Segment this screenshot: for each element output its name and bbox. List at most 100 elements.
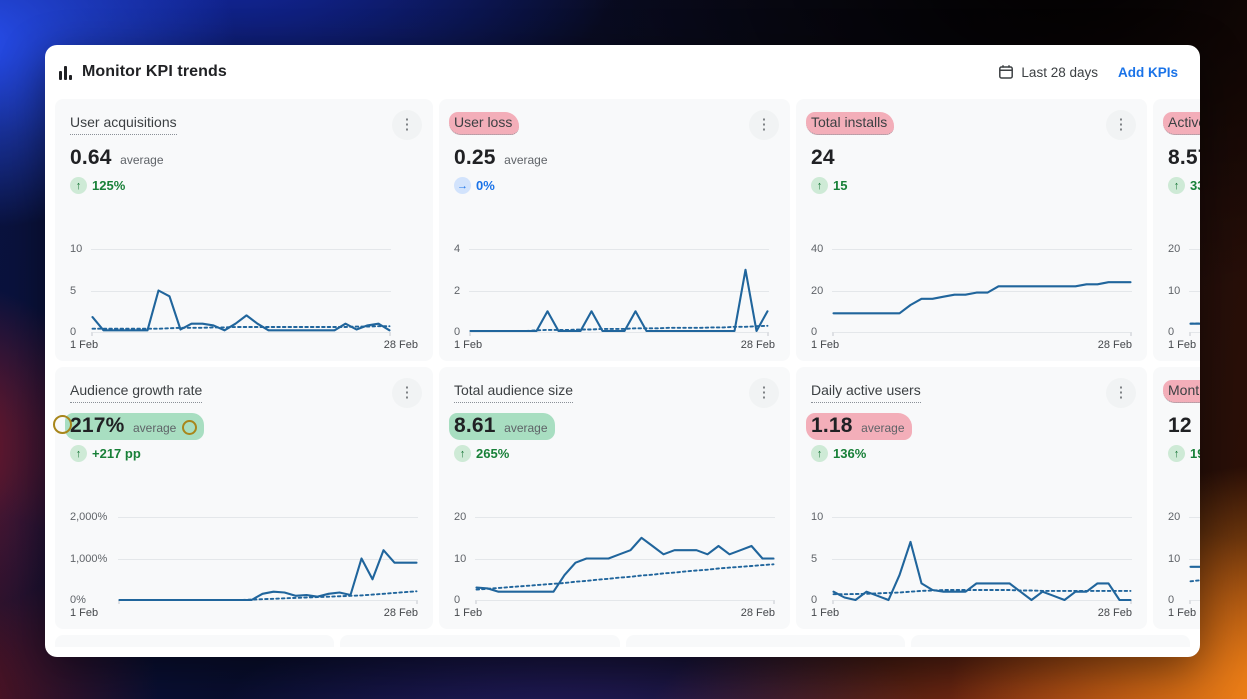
delta-arrow-icon: → [454, 177, 471, 194]
kebab-menu-icon[interactable]: ⋮ [749, 378, 779, 408]
x-label-start: 1 Feb [70, 339, 98, 351]
kpi-chart: 20 10 0 1 Feb 28 Feb [1168, 512, 1200, 619]
trend-line-chart [118, 512, 418, 604]
delta-arrow-icon: ↑ [811, 177, 828, 194]
kpi-delta-badge: ↑ 194% [1168, 445, 1200, 462]
kpi-delta-badge: ↑ 336% [1168, 177, 1200, 194]
kpi-chart: 40200 1 Feb 28 Feb [811, 244, 1132, 351]
y-tick-label: 0 [811, 593, 817, 607]
y-tick-label: 10 [811, 510, 823, 524]
x-label-end: 28 Feb [384, 339, 418, 351]
x-label-start: 1 Feb [454, 607, 482, 619]
add-kpis-button[interactable]: Add KPIs [1118, 65, 1178, 80]
kpi-title[interactable]: Total installs [806, 112, 894, 135]
kpi-delta-text: 265% [476, 446, 509, 461]
cutoff-card [55, 635, 334, 647]
kpi-chart: 420 1 Feb 28 Feb [454, 244, 775, 351]
y-tick-label: 20 [811, 284, 823, 298]
trend-line-chart [1189, 512, 1200, 604]
y-tick-label: 10 [1168, 284, 1180, 298]
delta-arrow-icon: ↑ [454, 445, 471, 462]
kpi-title[interactable]: User loss [449, 112, 519, 135]
kpi-title[interactable]: Total audience size [454, 381, 573, 403]
y-tick-label: 0 [454, 325, 460, 339]
kpi-value-suffix: average [133, 421, 176, 435]
kpi-card: Total audience size ⋮ 8.61 average ↑ 265… [439, 367, 790, 629]
kpi-value-wrap: 0.25 average [454, 146, 548, 170]
x-label-start: 1 Feb [454, 339, 482, 351]
trend-line-chart [1189, 244, 1200, 336]
kpi-value: 0.64 [70, 146, 112, 169]
kpi-value-wrap: 8.61 average [449, 413, 555, 440]
x-label-start: 1 Feb [70, 607, 98, 619]
x-label-start: 1 Feb [1168, 607, 1196, 619]
kpi-card: User loss ⋮ 0.25 average → 0% 420 1 Feb [439, 99, 790, 361]
y-tick-label: 0 [811, 325, 817, 339]
kpi-chart: 1050 1 Feb 28 Feb [70, 244, 418, 351]
y-axis-ticks: 420 [454, 244, 469, 336]
y-tick-label: 10 [454, 552, 466, 566]
kpi-value-wrap: 12 average [1168, 414, 1200, 438]
x-axis-labels: 1 Feb 28 Feb [454, 607, 775, 619]
y-tick-label: 5 [811, 552, 817, 566]
kpi-delta-text: 136% [833, 446, 866, 461]
delta-arrow-icon: ↑ [1168, 445, 1185, 462]
kebab-menu-icon[interactable]: ⋮ [1106, 110, 1136, 140]
y-axis-ticks: 40200 [811, 244, 832, 336]
y-axis-ticks: 20 10 0 [454, 512, 475, 604]
cutoff-card [911, 635, 1190, 647]
page-title: Monitor KPI trends [82, 63, 227, 81]
y-tick-label: 20 [1168, 242, 1180, 256]
kpi-title[interactable]: Audience growth rate [70, 381, 202, 403]
y-axis-ticks: 20 10 0 [1168, 244, 1189, 336]
cutoff-card [626, 635, 905, 647]
kebab-menu-icon[interactable]: ⋮ [749, 110, 779, 140]
y-tick-label: 0 [454, 593, 460, 607]
kpi-delta-text: 194% [1190, 446, 1200, 461]
kpi-card: Monthly active users ⋮ 12 average ↑ 194%… [1153, 367, 1200, 629]
trend-line-chart [475, 512, 775, 604]
x-axis-labels: 1 Feb 28 Feb [70, 607, 418, 619]
date-range-selector[interactable]: Last 28 days [998, 64, 1098, 80]
y-tick-label: 2,000% [70, 510, 107, 524]
kebab-menu-icon[interactable]: ⋮ [392, 110, 422, 140]
x-label-end: 28 Feb [1098, 607, 1132, 619]
kpi-value: 8.61 [454, 414, 496, 437]
x-axis-labels: 1 Feb 28 Feb [1168, 607, 1200, 619]
kpi-card: Audience growth rate ⋮ 217% average ↑ +2… [55, 367, 433, 629]
kpi-value-suffix: average [861, 421, 904, 435]
x-label-start: 1 Feb [811, 607, 839, 619]
delta-arrow-icon: ↑ [70, 177, 87, 194]
kpi-card: User acquisitions ⋮ 0.64 average ↑ 125% … [55, 99, 433, 361]
kpi-delta-badge: ↑ 265% [454, 445, 509, 462]
y-axis-ticks: 10 5 0 [811, 512, 832, 604]
kpi-delta-text: 15 [833, 178, 847, 193]
kpi-card: Daily active users ⋮ 1.18 average ↑ 136%… [796, 367, 1147, 629]
kpi-title[interactable]: Active devices [1163, 112, 1200, 135]
x-axis-labels: 1 Feb 28 Feb [811, 607, 1132, 619]
panel-header: Monitor KPI trends Last 28 days Add KPIs [53, 45, 1192, 99]
y-tick-label: 0 [1168, 593, 1174, 607]
x-label-end: 28 Feb [741, 607, 775, 619]
y-tick-label: 20 [1168, 510, 1180, 524]
kpi-value: 24 [811, 146, 835, 169]
kpi-value: 0.25 [454, 146, 496, 169]
kpi-delta-text: +217 pp [92, 446, 141, 461]
kpi-panel: Monitor KPI trends Last 28 days Add KPIs… [45, 45, 1200, 657]
kpi-chart: 20 10 0 1 Feb 28 Feb [1168, 244, 1200, 351]
kpi-title[interactable]: Daily active users [811, 381, 921, 403]
y-tick-label: 20 [454, 510, 466, 524]
x-axis-labels: 1 Feb 28 Feb [1168, 339, 1200, 351]
kpi-title[interactable]: User acquisitions [70, 113, 177, 135]
y-axis-ticks: 2,000%1,000%0% [70, 512, 118, 604]
x-label-end: 28 Feb [741, 339, 775, 351]
kpi-delta-text: 125% [92, 178, 125, 193]
kpi-title[interactable]: Monthly active users [1163, 380, 1200, 403]
kebab-menu-icon[interactable]: ⋮ [392, 378, 422, 408]
kebab-menu-icon[interactable]: ⋮ [1106, 378, 1136, 408]
kpi-value-wrap: 24 [811, 146, 839, 170]
y-tick-label: 0 [1168, 325, 1174, 339]
kpi-delta-text: 0% [476, 178, 495, 193]
kpi-value: 12 [1168, 414, 1192, 437]
y-tick-label: 10 [1168, 552, 1180, 566]
